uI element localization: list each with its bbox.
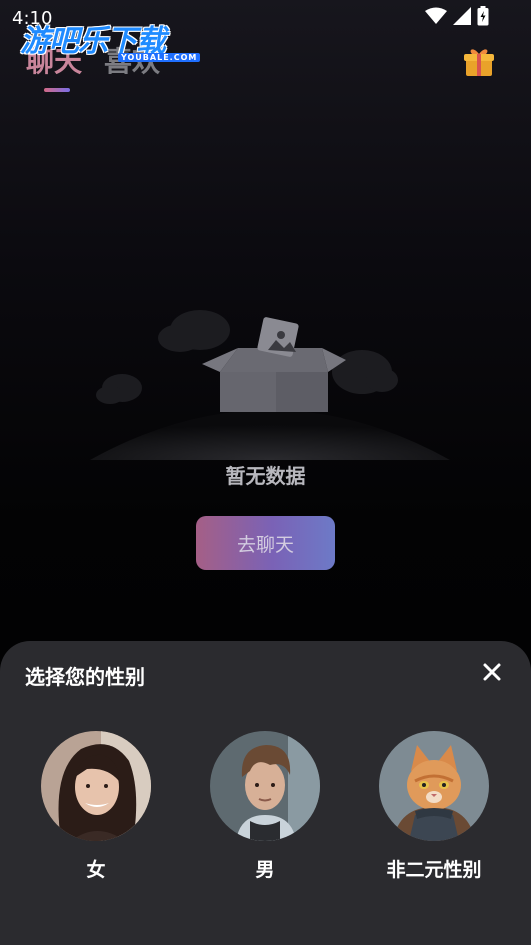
empty-state: 暂无数据 去聊天 (0, 300, 531, 590)
watermark-sub: YOUBALE.COM (118, 53, 201, 62)
gender-bottom-sheet: 选择您的性别 女 男 非二元性别 (0, 641, 531, 945)
go-chat-button[interactable]: 去聊天 (196, 516, 335, 570)
woman-avatar-icon (41, 731, 151, 841)
watermark-logo: 游吧乐下载 YOUBALE.COM (20, 16, 201, 66)
close-icon[interactable] (481, 661, 503, 683)
status-icons (425, 6, 489, 26)
gender-option-nonbinary[interactable]: 非二元性别 (364, 731, 504, 882)
wifi-icon (425, 7, 447, 24)
empty-message: 暂无数据 (225, 464, 306, 488)
gender-option-label: 女 (86, 859, 106, 881)
cat-avatar-icon (379, 731, 489, 841)
battery-icon (477, 6, 489, 26)
gender-option-male[interactable]: 男 (195, 731, 335, 882)
sheet-title: 选择您的性别 (25, 665, 145, 689)
gender-option-label: 男 (255, 859, 275, 881)
man-avatar-icon (210, 731, 320, 841)
empty-box-illustration (90, 310, 450, 460)
gender-options: 女 男 非二元性别 (0, 731, 531, 891)
gift-icon[interactable] (463, 46, 495, 78)
gender-option-female[interactable]: 女 (26, 731, 166, 882)
signal-icon (453, 7, 471, 25)
gender-option-label: 非二元性别 (386, 859, 482, 881)
